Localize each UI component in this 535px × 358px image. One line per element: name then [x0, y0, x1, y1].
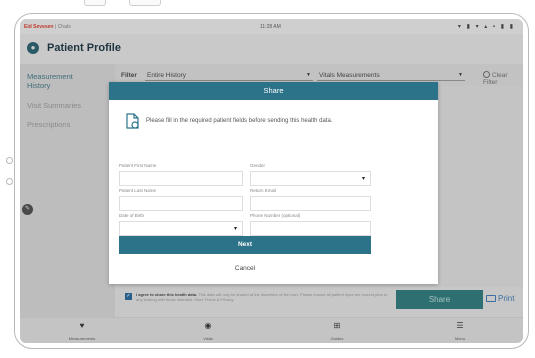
dob-label: Date of Birth — [119, 213, 145, 218]
return-email-input[interactable] — [250, 196, 371, 211]
first-name-label: Patient First Name — [119, 163, 157, 168]
dialog-message: Please fill in the required patient fiel… — [146, 118, 333, 124]
chevron-down-icon: ▾ — [361, 176, 365, 182]
gender-label: Gender — [250, 163, 266, 168]
last-name-label: Patient Last Name — [119, 188, 157, 193]
side-sensor — [6, 157, 13, 164]
gender-select[interactable]: ▾ — [250, 171, 371, 186]
tablet-device: Eid Sevesen | Chats 11:28 AM ▾ ▮ ▾ ▴ ▪ ▮… — [0, 0, 535, 358]
document-share-icon — [126, 113, 139, 129]
volume-button — [84, 0, 106, 6]
phone-field-group: Phone Number (optional) — [250, 213, 371, 236]
first-name-field-group: Patient First Name — [119, 163, 243, 186]
share-dialog: Share Please fill in the required patien… — [109, 82, 438, 284]
power-button — [129, 0, 161, 6]
first-name-input[interactable] — [119, 171, 243, 186]
dob-field-group: Date of Birth ▾ — [119, 213, 243, 236]
screen: Eid Sevesen | Chats 11:28 AM ▾ ▮ ▾ ▴ ▪ ▮… — [20, 19, 523, 343]
side-sensor — [6, 178, 13, 185]
modal-overlay: Share Please fill in the required patien… — [20, 19, 523, 343]
return-email-label: Return Email — [250, 188, 277, 193]
return-email-field-group: Return Email — [250, 188, 371, 211]
chevron-down-icon: ▾ — [233, 226, 237, 232]
phone-label: Phone Number (optional) — [250, 213, 301, 218]
last-name-input[interactable] — [119, 196, 243, 211]
cancel-button[interactable]: Cancel — [119, 262, 371, 276]
gender-field-group: Gender ▾ — [250, 163, 371, 186]
next-button[interactable]: Next — [119, 236, 371, 254]
phone-input[interactable] — [250, 221, 371, 236]
dialog-title: Share — [109, 82, 438, 100]
last-name-field-group: Patient Last Name — [119, 188, 243, 211]
dob-select[interactable]: ▾ — [119, 221, 243, 236]
